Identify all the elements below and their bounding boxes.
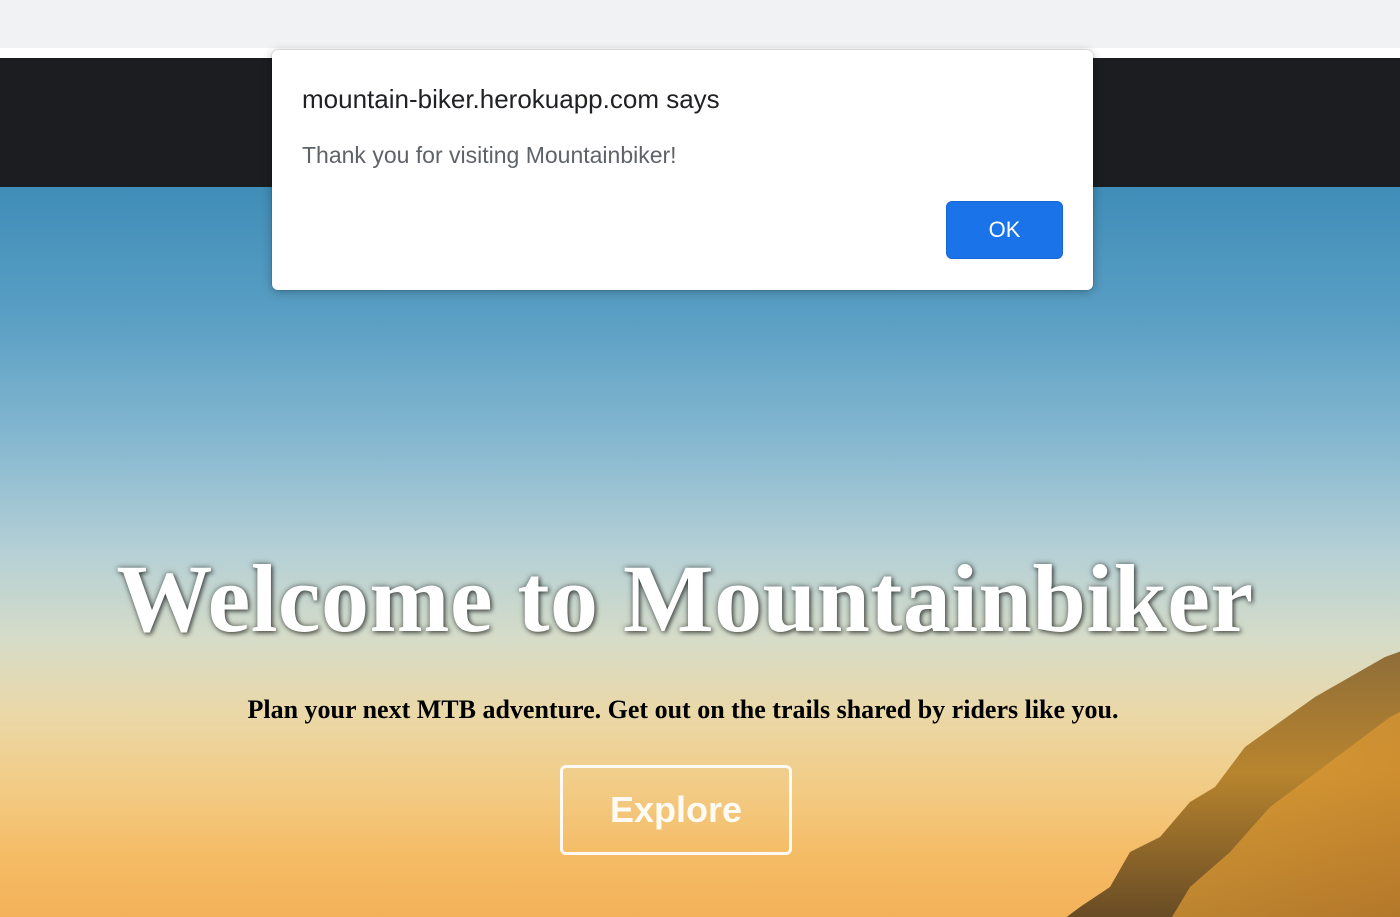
ok-button[interactable]: OK	[946, 201, 1063, 259]
hero-title: Welcome to Mountainbiker	[116, 545, 1254, 652]
hero-subtitle: Plan your next MTB adventure. Get out on…	[247, 695, 1119, 724]
hillside-image	[1066, 651, 1400, 917]
browser-chrome-strip	[0, 0, 1400, 48]
alert-origin-text: mountain-biker.herokuapp.com says	[302, 84, 720, 114]
explore-button[interactable]: Explore	[560, 765, 792, 855]
hero-section: Welcome to Mountainbiker Plan your next …	[0, 187, 1400, 917]
alert-dialog: mountain-biker.herokuapp.com says Thank …	[272, 50, 1093, 290]
alert-message-text: Thank you for visiting Mountainbiker!	[302, 142, 677, 168]
